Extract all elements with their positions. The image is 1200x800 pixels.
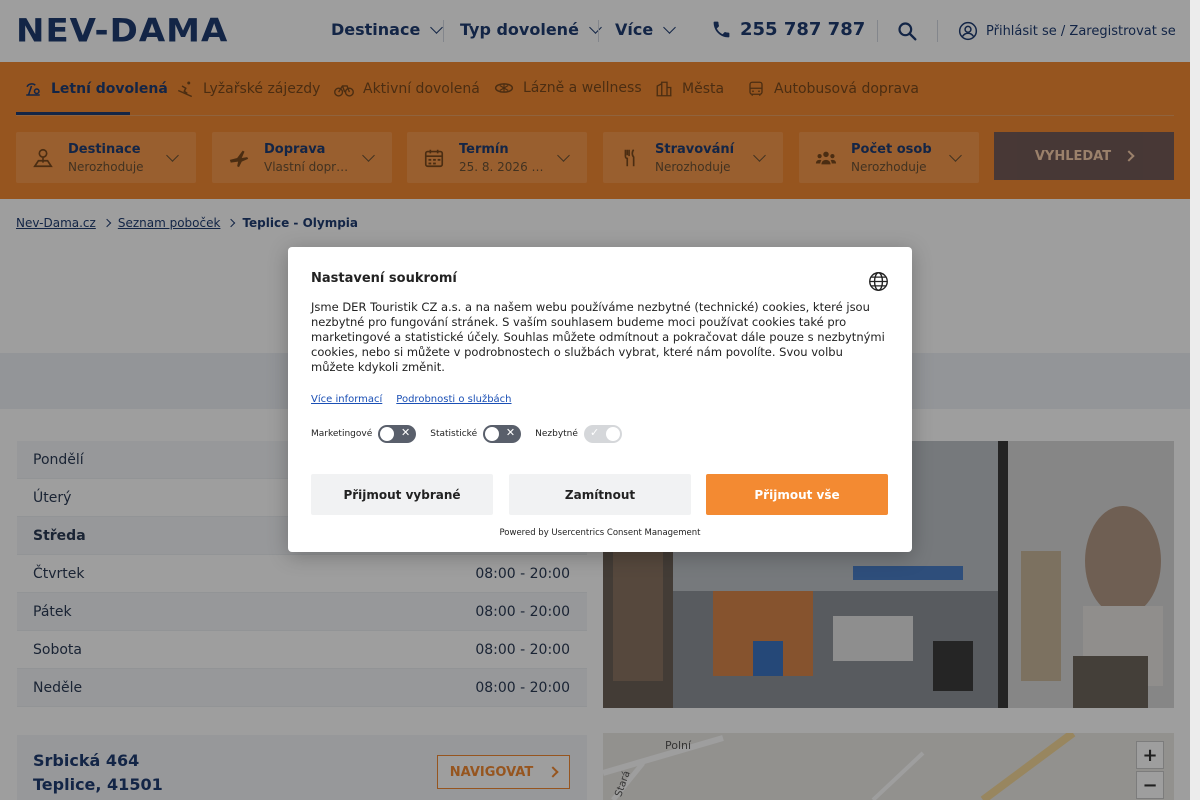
marketing-toggle[interactable]: ✕ [378,425,417,443]
accept-selected-button[interactable]: Přijmout vybrané [311,474,493,515]
service-details-link[interactable]: Podrobnosti o službách [396,394,511,405]
page-scrollbar[interactable] [1190,0,1200,800]
necessary-toggle: ✓ [583,425,622,443]
check-icon: ✓ [589,426,600,439]
dialog-title: Nastavení soukromí [311,271,457,286]
consent-toggles: Marketingové ✕ Statistické ✕ Nezbytné ✓ [311,425,636,443]
reject-button[interactable]: Zamítnout [509,474,691,515]
statistics-toggle[interactable]: ✕ [483,425,522,443]
globe-icon[interactable] [868,271,889,292]
toggle-label: Marketingové [311,429,373,439]
powered-by: Powered by Usercentrics Consent Manageme… [499,528,701,538]
toggle-label: Statistické [430,429,478,439]
more-info-link[interactable]: Více informací [311,394,382,405]
close-icon: ✕ [401,426,411,439]
dialog-links: Více informací Podrobnosti o službách [311,394,512,405]
dialog-text: Jsme DER Touristik CZ a.s. a na našem we… [311,300,885,374]
close-icon: ✕ [505,426,516,439]
accept-all-button[interactable]: Přijmout vše [706,474,888,515]
privacy-consent-dialog: Nastavení soukromí Jsme DER Touristik CZ… [288,247,912,552]
toggle-label: Nezbytné [535,429,578,439]
